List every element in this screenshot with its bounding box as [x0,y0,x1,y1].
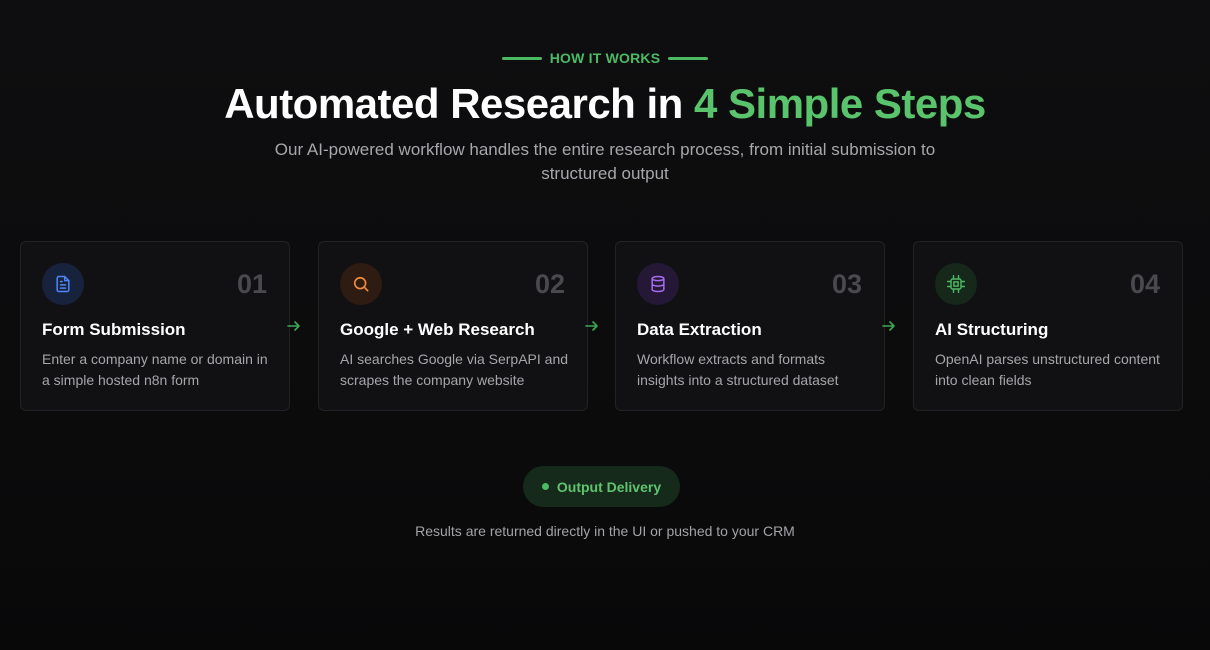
output-delivery-label: Output Delivery [556,478,662,495]
status-dot [541,483,549,490]
eyebrow-line-right [668,56,709,60]
step-description: Workflow extracts and formats insights i… [637,351,839,388]
step-number: 04 [1129,269,1160,299]
step-description: AI searches Google via SerpAPI and scrap… [340,351,569,388]
eyebrow-text: HOW IT WORKS [549,50,661,66]
step-number: 01 [236,269,267,299]
step-description: OpenAI parses unstructured content into … [935,351,1160,388]
step-number: 03 [831,269,862,299]
search-icon [340,263,382,305]
eyebrow-line-left [501,56,542,60]
database-icon [637,263,679,305]
output-delivery-note: Results are returned directly in the UI … [415,523,795,539]
arrow-right-icon [585,321,598,331]
cpu-icon [935,263,977,305]
step-card-google-web-research: 02 Google + Web Research AI searches Goo… [318,241,588,411]
output-delivery-badge: Output Delivery [523,466,680,507]
step-title: Data Extraction [637,320,762,339]
steps-row: 01 Form Submission Enter a company name … [20,241,1183,411]
step-title: Google + Web Research [340,320,535,339]
section-headline: Automated Research in 4 Simple Steps [0,80,1210,128]
arrow-right-icon [882,321,895,331]
headline-main: Automated Research in [224,80,694,127]
headline-accent: 4 Simple Steps [694,80,986,127]
step-card-ai-structuring: 04 AI Structuring OpenAI parses unstruct… [913,241,1183,411]
step-card-form-submission: 01 Form Submission Enter a company name … [20,241,290,411]
section-subtitle: Our AI-powered workflow handles the enti… [274,140,936,183]
section-eyebrow: HOW IT WORKS [0,50,1210,66]
step-card-data-extraction: 03 Data Extraction Workflow extracts and… [615,241,885,411]
step-title: Form Submission [42,320,186,339]
arrow-right-icon [287,321,300,331]
document-icon [42,263,84,305]
step-number: 02 [534,269,565,299]
step-description: Enter a company name or domain in a simp… [42,351,268,388]
step-title: AI Structuring [935,320,1049,339]
